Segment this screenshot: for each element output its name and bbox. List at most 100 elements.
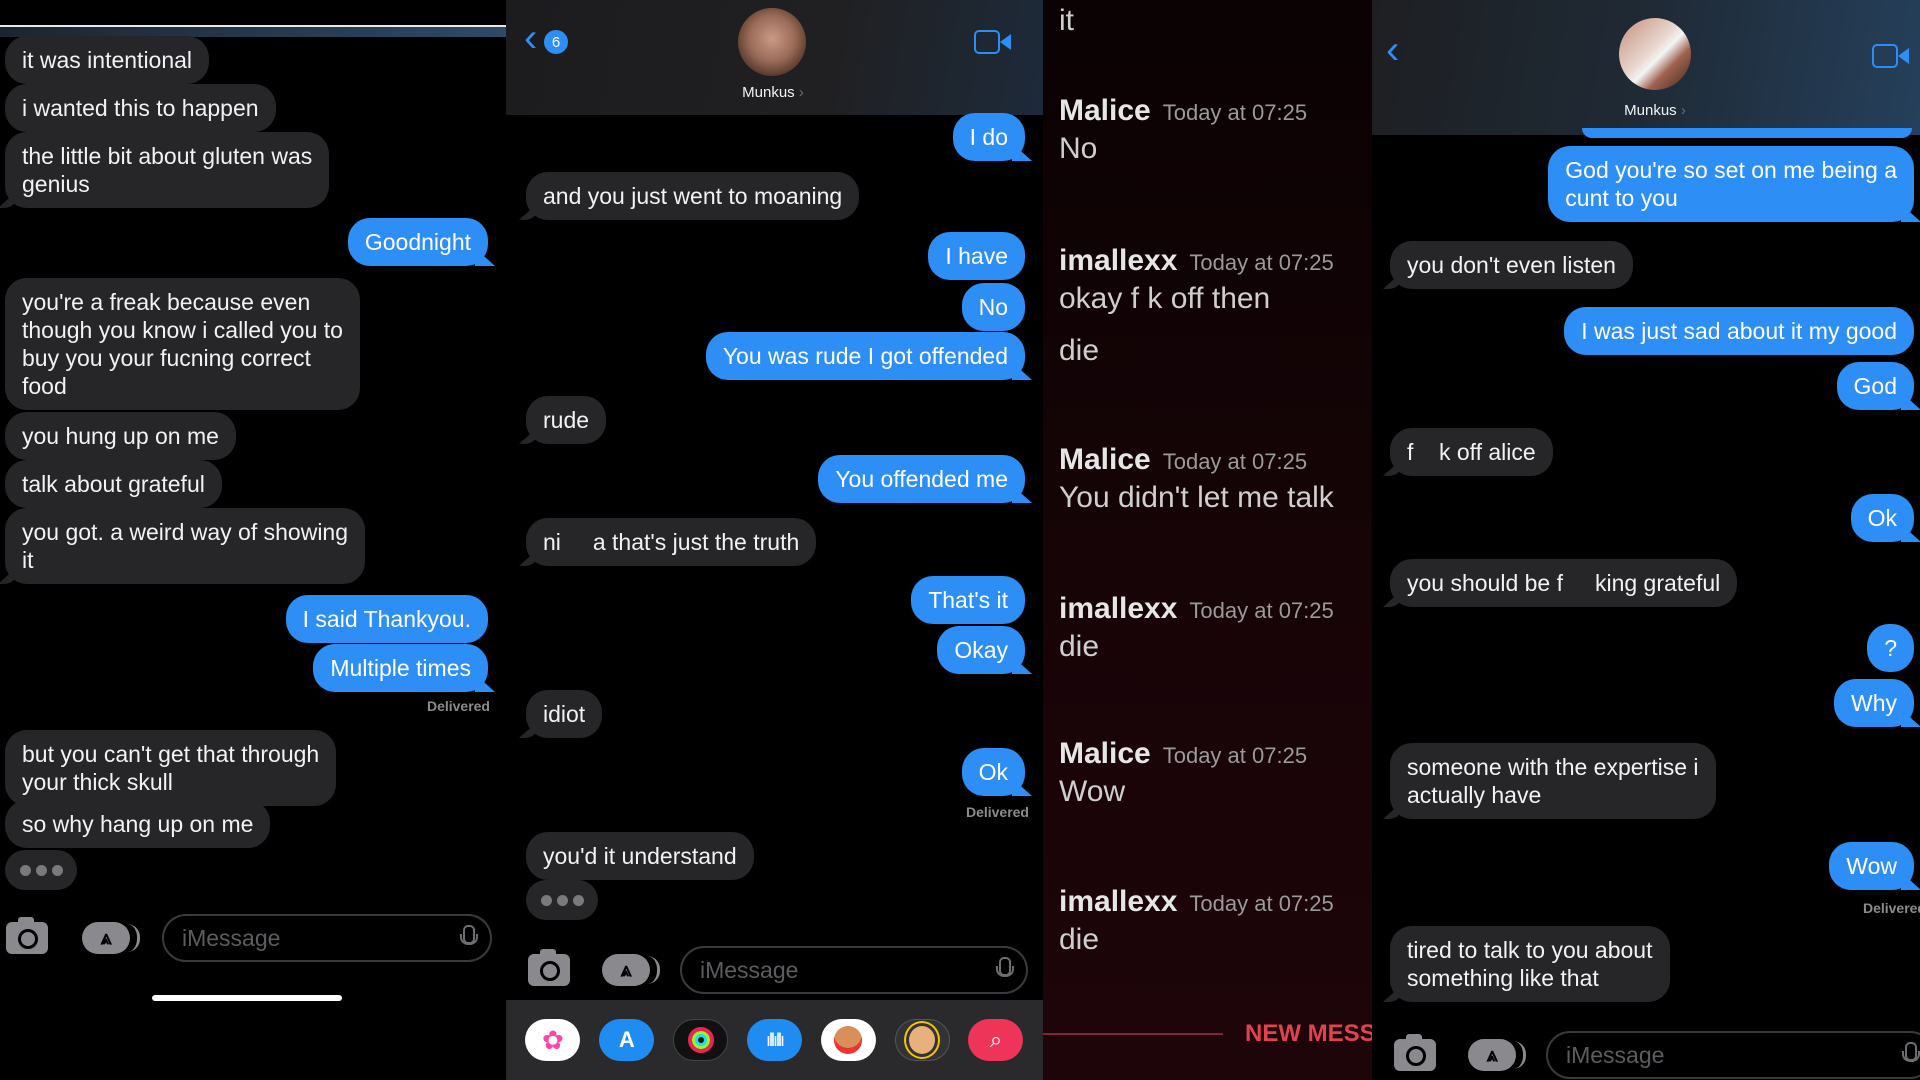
message-composer: ⩓ iMessage: [1394, 1031, 1920, 1079]
message-composer: ⩓ iMessage: [528, 946, 1028, 994]
message-incoming: you should be f king grateful: [1390, 559, 1738, 607]
message-outgoing: You offended me: [818, 455, 1025, 503]
timestamp: Today at 07:25: [1189, 250, 1334, 275]
contact-name-text: Munkus: [1624, 102, 1677, 119]
chevron-right-icon: ›: [798, 84, 804, 101]
contact-name[interactable]: Munkus ›: [693, 84, 853, 101]
message-incoming: you got. a weird way of showing it: [5, 508, 366, 584]
typing-indicator: [5, 850, 77, 890]
imessage-input[interactable]: iMessage: [1546, 1031, 1920, 1079]
conversation-panel-2: ‹ 6 Munkus › I do and you just went to m…: [506, 0, 1043, 1080]
message-incoming: but you can't get that through your thic…: [5, 730, 337, 806]
new-messages-label[interactable]: NEW MESS: [1245, 1020, 1372, 1048]
message-outgoing: Why: [1834, 679, 1914, 727]
chat-message: imallexx Today at 07:25 die: [1059, 592, 1334, 664]
contact-name-text: Munkus: [742, 84, 795, 101]
app-drawer: ✿ A ıllıllı ⌕: [506, 1000, 1043, 1080]
message-text: die: [1059, 630, 1100, 663]
username[interactable]: imallexx: [1059, 885, 1177, 918]
message-incoming: you're a freak because even though you k…: [5, 278, 360, 410]
message-incoming: i wanted this to happen: [5, 84, 276, 132]
unread-badge[interactable]: 6: [544, 30, 568, 54]
message-text: No: [1059, 132, 1098, 165]
input-placeholder: iMessage: [1566, 1041, 1665, 1068]
message-incoming: you hung up on me: [5, 412, 236, 460]
message-incoming: so why hang up on me: [5, 800, 271, 848]
typing-indicator: [526, 880, 598, 920]
delivered-status: Delivered: [965, 804, 1029, 820]
username[interactable]: Malice: [1059, 737, 1151, 770]
message-outgoing: God: [1836, 362, 1914, 410]
imessage-input[interactable]: iMessage: [162, 914, 492, 962]
message-incoming: tired to talk to you about something lik…: [1390, 926, 1670, 1002]
message-outgoing: Multiple times: [313, 644, 488, 692]
message-incoming: f k off alice: [1390, 428, 1553, 476]
imessage-input[interactable]: iMessage: [680, 946, 1028, 994]
conversation-panel-1: it was intentional i wanted this to happ…: [0, 0, 506, 1080]
message-incoming: someone with the expertise i actually ha…: [1390, 743, 1716, 819]
message-outgoing: Ok: [1850, 494, 1914, 542]
video-call-icon[interactable]: [1872, 44, 1910, 68]
delivered-status: Delivered: [426, 698, 490, 714]
timestamp: Today at 07:25: [1189, 891, 1334, 916]
app-store-icon[interactable]: ⩓: [1468, 1039, 1526, 1071]
message-outgoing: I do: [952, 113, 1025, 161]
message-outgoing: I was just sad about it my good: [1564, 307, 1914, 355]
username[interactable]: Malice: [1059, 443, 1151, 476]
input-placeholder: iMessage: [700, 956, 799, 983]
back-chevron-icon[interactable]: ‹: [524, 16, 537, 61]
message-outgoing: Ok: [961, 748, 1025, 796]
conversation-header: ‹ 6 Munkus ›: [506, 0, 1043, 115]
camera-icon[interactable]: [6, 917, 48, 954]
message-outgoing: Okay: [937, 626, 1025, 674]
camera-icon[interactable]: [1394, 1034, 1436, 1071]
microphone-icon[interactable]: [1902, 1042, 1920, 1068]
microphone-icon[interactable]: [996, 957, 1014, 983]
message-incoming: you don't even listen: [1390, 241, 1633, 289]
chat-message: imallexx Today at 07:25 okay f k off then…: [1059, 244, 1334, 368]
message-fragment: it: [1059, 4, 1074, 37]
audio-message-icon[interactable]: ıllıllı: [746, 1019, 802, 1061]
app-store-icon[interactable]: ⩓: [82, 922, 140, 954]
message-incoming: and you just went to moaning: [526, 172, 860, 220]
message-text: die: [1059, 334, 1100, 367]
input-placeholder: iMessage: [182, 924, 281, 951]
message-text: die: [1059, 923, 1100, 956]
message-outgoing: ?: [1867, 624, 1914, 672]
message-outgoing: You was rude I got offended: [705, 332, 1025, 380]
message-outgoing: That's it: [911, 576, 1025, 624]
username[interactable]: imallexx: [1059, 592, 1177, 625]
app-store-app-icon[interactable]: A: [599, 1019, 655, 1061]
delivered-status: Delivered: [1862, 900, 1920, 916]
conversation-panel-3: ‹ Munkus › God you're so set on me being…: [1372, 0, 1920, 1080]
animoji-icon[interactable]: [894, 1019, 950, 1061]
microphone-icon[interactable]: [460, 925, 478, 951]
chat-log-panel: it Malice Today at 07:25 No imallexx Today…: [1043, 0, 1372, 1080]
message-incoming: idiot: [526, 690, 603, 738]
timestamp: Today at 07:25: [1189, 598, 1334, 623]
message-outgoing: Wow: [1829, 842, 1914, 890]
home-indicator[interactable]: [152, 995, 342, 1001]
contact-avatar[interactable]: [738, 8, 806, 76]
app-store-icon[interactable]: ⩓: [602, 954, 660, 986]
timestamp: Today at 07:25: [1162, 449, 1308, 474]
contact-name[interactable]: Munkus ›: [1575, 102, 1735, 119]
new-messages-divider: [1043, 1033, 1223, 1035]
video-call-icon[interactable]: [974, 30, 1012, 54]
memoji-stickers-icon[interactable]: [820, 1019, 876, 1061]
username[interactable]: imallexx: [1059, 244, 1177, 277]
back-chevron-icon[interactable]: ‹: [1386, 28, 1399, 73]
username[interactable]: Malice: [1059, 94, 1151, 127]
message-text: Wow: [1059, 775, 1126, 808]
message-incoming: it was intentional: [5, 36, 210, 84]
message-text: okay f k off then: [1059, 282, 1271, 315]
message-outgoing: No: [961, 283, 1025, 331]
camera-icon[interactable]: [528, 949, 570, 986]
activity-rings-icon[interactable]: [673, 1019, 729, 1061]
web-images-search-icon[interactable]: ⌕: [968, 1019, 1024, 1061]
conversation-header: ‹ Munkus ›: [1372, 0, 1920, 135]
chat-message: Malice Today at 07:25 No: [1059, 94, 1307, 166]
photos-app-icon[interactable]: ✿: [525, 1019, 581, 1061]
chat-message: Malice Today at 07:25 Wow: [1059, 737, 1307, 809]
contact-avatar[interactable]: [1619, 18, 1691, 90]
